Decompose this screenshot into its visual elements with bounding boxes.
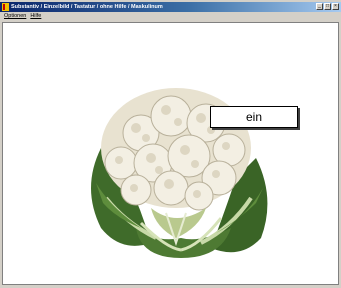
app-window: Substantiv / Einzelbild / Tastatur / ohn… xyxy=(0,0,341,288)
close-button[interactable]: × xyxy=(332,3,339,10)
window-controls: _ □ × xyxy=(316,3,339,11)
minimize-button[interactable]: _ xyxy=(316,3,323,10)
app-icon xyxy=(2,3,9,11)
menu-item-help[interactable]: Hilfe xyxy=(30,12,41,21)
window-title: Substantiv / Einzelbild / Tastatur / ohn… xyxy=(11,4,163,10)
content-area: ein xyxy=(2,22,339,285)
title-bar[interactable]: Substantiv / Einzelbild / Tastatur / ohn… xyxy=(0,2,341,12)
menu-item-options[interactable]: Optionen xyxy=(4,12,26,21)
answer-word-button[interactable]: ein xyxy=(210,106,298,128)
maximize-button[interactable]: □ xyxy=(324,3,331,10)
menu-bar: Optionen Hilfe xyxy=(0,12,341,21)
